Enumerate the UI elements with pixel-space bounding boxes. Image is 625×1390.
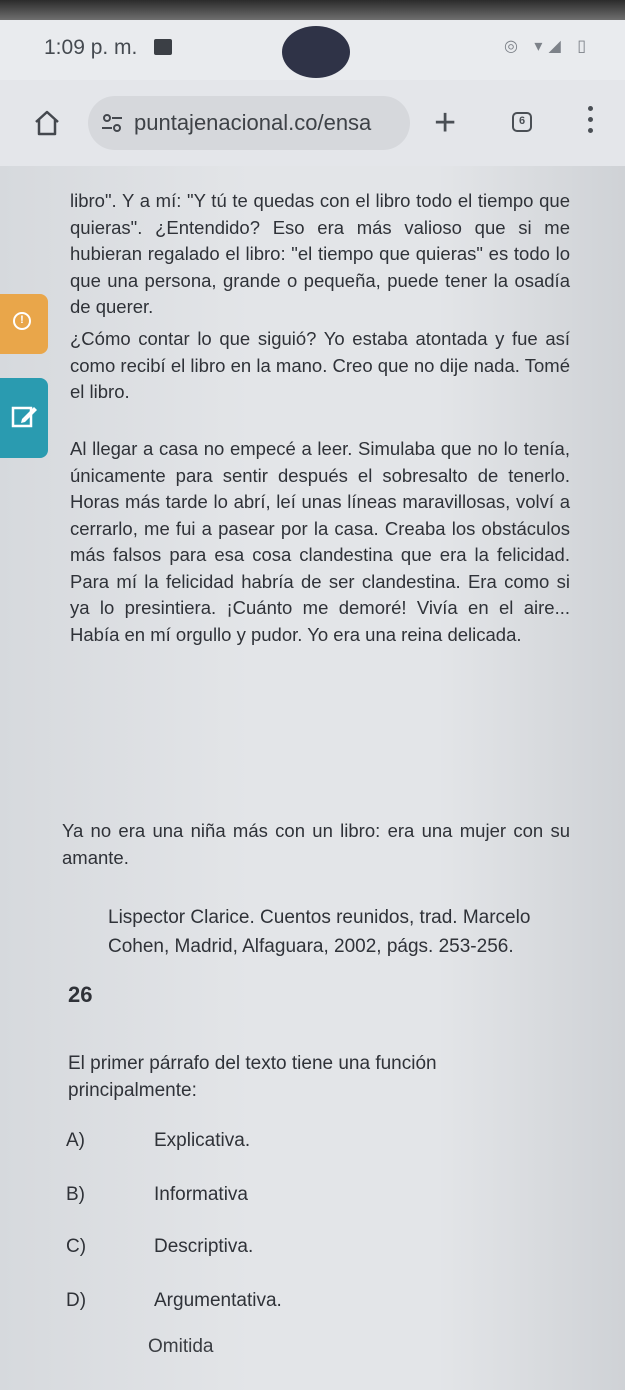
option-d[interactable]: D) Argumentativa.	[66, 1284, 486, 1320]
notification-icon	[154, 39, 172, 55]
status-time: 1:09 p. m.	[44, 36, 138, 59]
option-letter: A)	[66, 1130, 85, 1151]
option-label: Informativa	[154, 1184, 248, 1205]
tab-switcher-button[interactable]: 6	[512, 112, 532, 132]
alert-side-tab[interactable]: !	[0, 294, 48, 354]
browser-toolbar: puntajenacional.co/ensa + 6	[0, 80, 625, 166]
home-icon[interactable]	[32, 108, 62, 138]
option-c[interactable]: C) Descriptiva.	[66, 1230, 486, 1266]
reading-passage-4: Ya no era una niña más con un libro: era…	[62, 818, 570, 871]
option-letter: C)	[66, 1236, 87, 1257]
option-label: Explicativa.	[154, 1130, 251, 1151]
edit-side-tab[interactable]	[0, 378, 48, 458]
reading-passage-2: ¿Cómo contar lo que siguió? Yo estaba at…	[70, 326, 570, 406]
plus-icon[interactable]: +	[434, 104, 456, 142]
omit-option[interactable]: Omitida	[148, 1336, 213, 1358]
reading-passage-1: libro". Y a mí: "Y tú te quedas con el l…	[70, 188, 570, 321]
pencil-icon	[11, 406, 37, 428]
clock-icon: !	[13, 312, 31, 330]
option-letter: B)	[66, 1184, 85, 1205]
option-label: Descriptiva.	[154, 1236, 254, 1257]
question-number: 26	[68, 982, 93, 1007]
citation: Lispector Clarice. Cuentos reunidos, tra…	[108, 907, 531, 957]
paragraph: Al llegar a casa no empecé a leer. Simul…	[70, 438, 570, 645]
paragraph: libro". Y a mí: "Y tú te quedas con el l…	[70, 190, 570, 317]
signal-battery-icons: ◎ ▾◢ ▯	[504, 38, 592, 55]
tune-icon[interactable]	[100, 111, 124, 135]
option-letter: D)	[66, 1290, 87, 1311]
option-b[interactable]: B) Informativa	[66, 1178, 486, 1214]
camera-cutout	[282, 26, 350, 78]
reading-passage-3: Al llegar a casa no empecé a leer. Simul…	[70, 436, 570, 648]
paragraph: ¿Cómo contar lo que siguió? Yo estaba at…	[70, 328, 570, 402]
option-a[interactable]: A) Explicativa.	[66, 1124, 486, 1160]
address-bar[interactable]: puntajenacional.co/ensa	[88, 96, 410, 150]
page-content: ! libro". Y a mí: "Y tú te quedas con el…	[0, 166, 625, 1390]
device-bezel	[0, 0, 625, 20]
url-text: puntajenacional.co/ensa	[134, 110, 372, 135]
option-label: Argumentativa.	[154, 1290, 282, 1311]
status-bar: 1:09 p. m. ◎ ▾◢ ▯	[0, 20, 625, 80]
question-prompt: El primer párrafo del texto tiene una fu…	[68, 1053, 437, 1101]
paragraph: Ya no era una niña más con un libro: era…	[62, 820, 570, 868]
more-vert-icon[interactable]	[588, 106, 594, 140]
